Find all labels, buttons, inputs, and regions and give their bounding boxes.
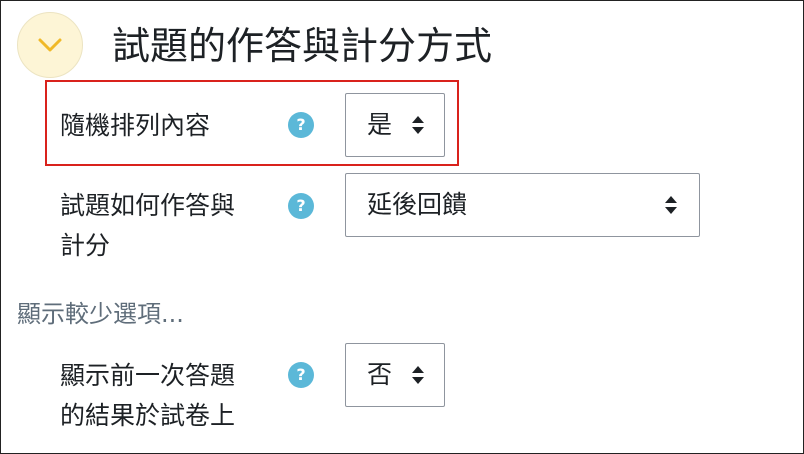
sort-arrows-icon <box>665 196 677 214</box>
field-label-behaviour-line1: 試題如何作答與 <box>60 191 236 220</box>
select-shuffle[interactable]: 是 <box>345 93 445 157</box>
select-shuffle-value: 是 <box>367 110 393 139</box>
select-previous[interactable]: 否 <box>345 343 445 407</box>
show-less-link[interactable]: 顯示較少選項... <box>17 294 184 334</box>
chevron-down-icon <box>38 38 62 52</box>
select-behaviour-value: 延後回饋 <box>367 190 468 219</box>
select-behaviour[interactable]: 延後回饋 <box>345 173 700 237</box>
help-icon-behaviour[interactable]: ? <box>288 193 314 219</box>
field-label-previous-line1: 顯示前一次答題 <box>60 361 236 390</box>
help-icon-previous[interactable]: ? <box>288 362 314 388</box>
field-label-behaviour-line2: 計分 <box>60 231 111 260</box>
select-previous-value: 否 <box>367 360 393 389</box>
collapse-toggle-button[interactable] <box>17 12 83 78</box>
section-title: 試題的作答與計分方式 <box>112 24 493 68</box>
field-label-previous-line2: 的結果於試卷上 <box>60 401 236 430</box>
field-label-shuffle: 隨機排列內容 <box>60 111 211 140</box>
help-icon-shuffle[interactable]: ? <box>288 112 314 138</box>
sort-arrows-icon <box>412 366 424 384</box>
sort-arrows-icon <box>412 116 424 134</box>
